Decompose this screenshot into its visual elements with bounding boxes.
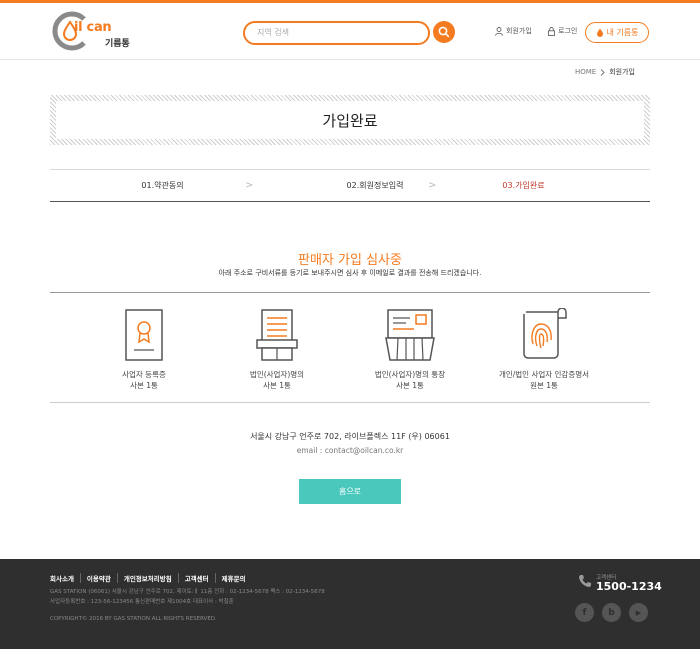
doc-caption: 개인/법인 사업자 인감증명서 원본 1통 (498, 370, 590, 390)
page-title: 가입완료 (56, 101, 644, 139)
footer-link-privacy[interactable]: 개인정보처리방침 (116, 573, 178, 583)
site-footer: 회사소개 이용약관 개인정보처리방침 고객센터 제휴문의 GAS STATION… (0, 559, 700, 649)
facebook-icon[interactable]: f (575, 603, 594, 622)
company-info-line: 사업자등록번호 : 123-56-123456 통신판매번호 제1004호 대표… (50, 599, 234, 605)
mailing-address: 서울시 강남구 언주로 702, 라이브플렉스 11F (우) 06061 (250, 432, 450, 441)
signup-label: 회원가입 (506, 27, 532, 35)
doc-caption: 법인(사업자)명의 사본 1통 (249, 370, 305, 390)
login-link[interactable]: 로그인 (548, 26, 577, 36)
my-oilcan-label: 내 기름통 (606, 28, 639, 37)
step-terms: 01.약관동의 (141, 181, 184, 190)
customer-center-phone: 1500-1234 (596, 580, 662, 593)
fingerprint-icon (523, 308, 567, 359)
doc-seal-certificate: 개인/법인 사업자 인감증명서 원본 1통 (484, 308, 604, 391)
youtube-icon[interactable]: ▶ (629, 603, 648, 622)
drop-icon (596, 28, 603, 37)
site-header: il can 기름통 회원가입 로그인 내 기름통 (0, 3, 700, 60)
blog-icon[interactable]: b (602, 603, 621, 622)
step-arrow-icon: > (245, 180, 254, 191)
login-label: 로그인 (558, 27, 578, 35)
company-info: GAS STATION (06061) 서울시 강남구 언주로 702, 제이토… (50, 587, 325, 607)
step-complete: 03.가입완료 (502, 181, 545, 190)
required-documents: 사업자 등록증 사본 1통 법인(사업자)명의 사본 1통 법인(사업자)명의 … (50, 292, 650, 403)
search-box (243, 21, 430, 45)
certificate-icon (125, 309, 163, 361)
document-icon (256, 309, 298, 361)
doc-caption: 법인(사업자)명의 통장 사본 1통 (374, 370, 446, 390)
doc-caption: 사업자 등록증 사본 1통 (122, 370, 166, 390)
company-info-line: GAS STATION (06061) 서울시 강남구 언주로 702, 제이토… (50, 589, 325, 595)
doc-bankbook-copy: 법인(사업자)명의 통장 사본 1통 (350, 308, 470, 391)
user-icon (495, 26, 503, 36)
breadcrumb-home[interactable]: HOME (575, 68, 596, 76)
footer-link-terms[interactable]: 이용약관 (79, 573, 117, 583)
doc-business-license: 사업자 등록증 사본 1통 (84, 308, 204, 391)
logo-name: il can (74, 20, 112, 35)
copyright: COPYRIGHT© 2016 BY GAS STATION ALL RIGHT… (50, 616, 217, 622)
my-oilcan-button[interactable]: 내 기름통 (585, 22, 649, 43)
logo-subtitle: 기름통 (105, 39, 130, 49)
oilcan-logo[interactable]: il can 기름통 (50, 9, 130, 53)
footer-link-support[interactable]: 고객센터 (177, 573, 215, 583)
breadcrumb: HOME 회원가입 (575, 67, 635, 77)
step-arrow-icon: > (428, 180, 437, 191)
status-heading: 판매자 가입 심사중 (298, 253, 402, 268)
lock-icon (548, 26, 555, 36)
doc-corporate-copy: 법인(사업자)명의 사본 1통 (217, 308, 337, 391)
footer-link-partnership[interactable]: 제휴문의 (214, 573, 252, 583)
chevron-right-icon (600, 68, 605, 76)
contact-email: email : contact@oilcan.co.kr (296, 446, 404, 455)
search-input[interactable] (257, 24, 417, 41)
search-icon (438, 26, 450, 38)
footer-nav: 회사소개 이용약관 개인정보처리방침 고객센터 제휴문의 (50, 573, 252, 583)
signup-steps: 01.약관동의 > 02.회원정보입력 > 03.가입완료 (50, 169, 650, 202)
signup-link[interactable]: 회원가입 (495, 26, 532, 36)
phone-icon (579, 575, 591, 587)
home-button[interactable]: 홈으로 (299, 479, 401, 504)
search-button[interactable] (433, 21, 455, 43)
breadcrumb-current: 회원가입 (609, 68, 635, 76)
status-message: 아래 주소로 구비서류를 등기로 보내주시면 심사 후 이메일로 결과를 전송해… (218, 269, 482, 277)
customer-center: 고객센터 1500-1234 (578, 573, 662, 593)
bankbook-icon (385, 309, 435, 361)
footer-link-company[interactable]: 회사소개 (50, 573, 80, 583)
page-title-box: 가입완료 (50, 95, 650, 145)
